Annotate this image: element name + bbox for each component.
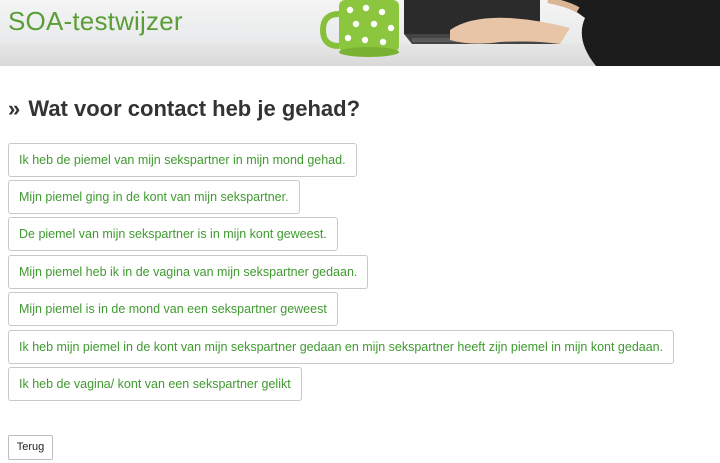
site-title: SOA-testwijzer [8, 6, 183, 36]
answer-button-5[interactable]: Mijn piemel is in de mond van een sekspa… [8, 292, 338, 326]
raquo-marker: » [8, 96, 21, 121]
question-text: Wat voor contact heb je gehad? [28, 96, 361, 121]
header-banner: SOA-testwijzer [0, 0, 720, 66]
mug-icon [319, 0, 399, 57]
answer-button-2[interactable]: Mijn piemel ging in de kont van mijn sek… [8, 180, 300, 214]
question-heading: » Wat voor contact heb je gehad? [8, 96, 360, 122]
answer-button-7[interactable]: Ik heb de vagina/ kont van een sekspartn… [8, 367, 302, 401]
answer-button-4[interactable]: Mijn piemel heb ik in de vagina van mijn… [8, 255, 369, 289]
back-button[interactable]: Terug [8, 435, 53, 460]
answer-button-3[interactable]: De piemel van mijn sekspartner is in mij… [8, 217, 338, 251]
answer-button-1[interactable]: Ik heb de piemel van mijn sekspartner in… [8, 143, 357, 177]
answer-button-6[interactable]: Ik heb mijn piemel in de kont van mijn s… [8, 330, 675, 364]
